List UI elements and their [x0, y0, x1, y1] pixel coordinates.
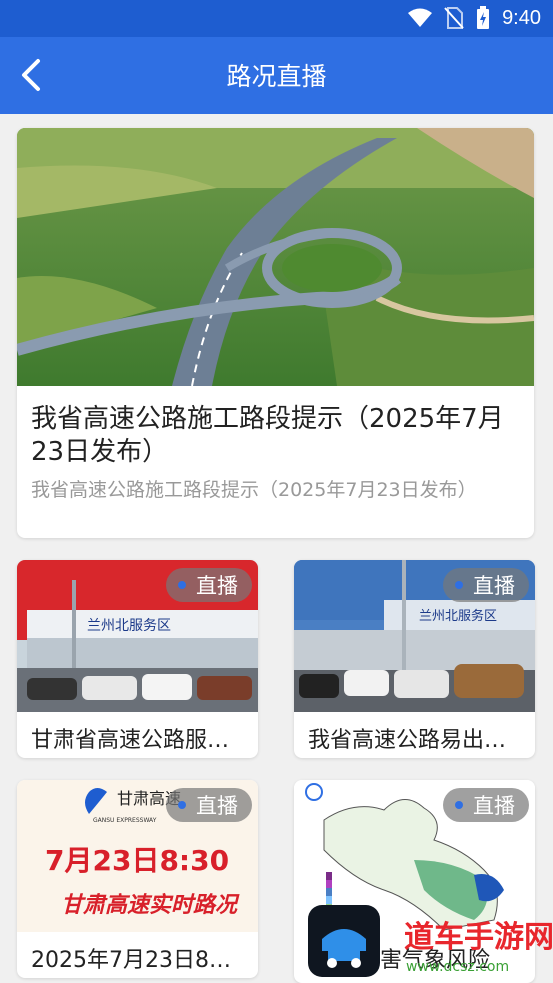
poster-brand-en: GANSU EXPRESSWAY	[93, 817, 157, 824]
live-card[interactable]: 兰州北服务区 直播 我省高速公路易出现…	[294, 560, 535, 758]
live-badge: 直播	[443, 788, 529, 822]
article-title: 我省高速公路施工路段提示（2025年7月23日发布）	[31, 404, 504, 467]
live-badge: 直播	[443, 568, 529, 602]
live-badge-label: 直播	[473, 794, 515, 818]
app-bar: 路况直播	[0, 37, 553, 114]
live-dot-icon	[455, 581, 463, 589]
live-card[interactable]: 兰州北服务区 直播 甘肃省高速公路服务区…	[17, 560, 258, 758]
card-title: 甘肃省高速公路服务区…	[31, 728, 248, 753]
page-title: 路况直播	[226, 62, 327, 91]
live-badge-label: 直播	[473, 574, 515, 598]
wifi-icon	[408, 8, 433, 27]
service-area-sign: 兰州北服务区	[419, 608, 497, 624]
live-badge: 直播	[166, 788, 252, 822]
featured-article-card[interactable]: 我省高速公路施工路段提示（2025年7月23日发布） 我省高速公路施工路段提示（…	[17, 128, 534, 538]
poster-date: 7月23日8:30	[45, 844, 229, 877]
poster-headline: 甘肃高速实时路况	[61, 892, 240, 918]
status-icons: 9:40	[408, 6, 541, 30]
battery-charging-icon	[477, 6, 490, 29]
watermark-text: 道车手游网	[404, 920, 553, 955]
card-title: 2025年7月23日8：30…	[31, 948, 248, 973]
service-area-sign: 兰州北服务区	[87, 618, 171, 634]
watermark-url: www.dcsz.com	[406, 959, 509, 975]
live-dot-icon	[178, 581, 186, 589]
no-sim-icon	[444, 7, 464, 29]
card-title: 我省高速公路易出现…	[308, 728, 525, 753]
live-dot-icon	[455, 801, 463, 809]
article-subtitle: 我省高速公路施工路段提示（2025年7月23日发布）	[31, 479, 477, 501]
status-time: 9:40	[502, 6, 541, 29]
live-badge-label: 直播	[196, 794, 238, 818]
live-badge: 直播	[166, 568, 252, 602]
site-watermark: 道车手游网 www.dcsz.com	[308, 905, 553, 977]
live-badge-label: 直播	[196, 574, 238, 598]
highway-aerial-image	[17, 128, 534, 386]
status-bar: 9:40	[0, 0, 553, 37]
live-dot-icon	[178, 801, 186, 809]
live-card[interactable]: 甘肃高速 GANSU EXPRESSWAY 7月23日8:30 甘肃高速实时路况…	[17, 780, 258, 978]
